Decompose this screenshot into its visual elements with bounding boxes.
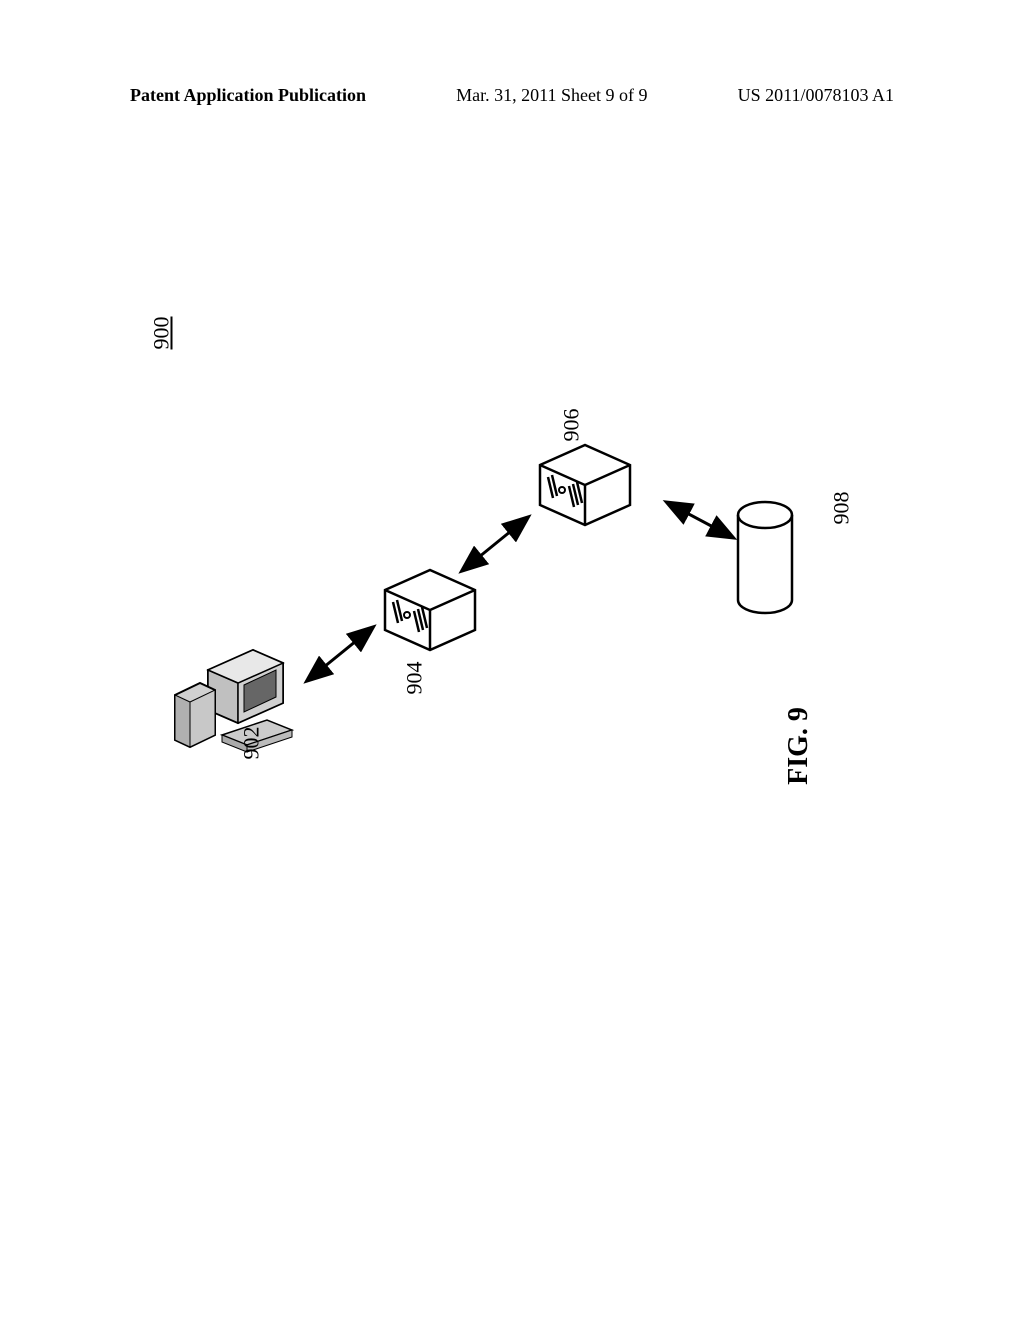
- connection-arrow-2: [455, 510, 535, 583]
- figure-overall-number: 900: [149, 317, 175, 350]
- connection-arrow-1: [300, 620, 380, 693]
- reference-label-902: 902: [239, 727, 265, 760]
- header-date-sheet: Mar. 31, 2011 Sheet 9 of 9: [456, 85, 647, 106]
- connection-arrow-3: [660, 495, 740, 550]
- figure-caption: FIG. 9: [783, 707, 815, 785]
- page-header: Patent Application Publication Mar. 31, …: [0, 85, 1024, 106]
- reference-label-908: 908: [829, 492, 855, 525]
- server-icon-2: [535, 435, 640, 540]
- client-computer-icon: [170, 645, 300, 765]
- reference-label-906: 906: [559, 409, 585, 442]
- header-publication-type: Patent Application Publication: [130, 85, 366, 106]
- database-cylinder-icon: [735, 500, 795, 620]
- header-publication-number: US 2011/0078103 A1: [738, 85, 894, 106]
- figure-diagram: 900: [170, 320, 890, 920]
- reference-label-904: 904: [402, 662, 428, 695]
